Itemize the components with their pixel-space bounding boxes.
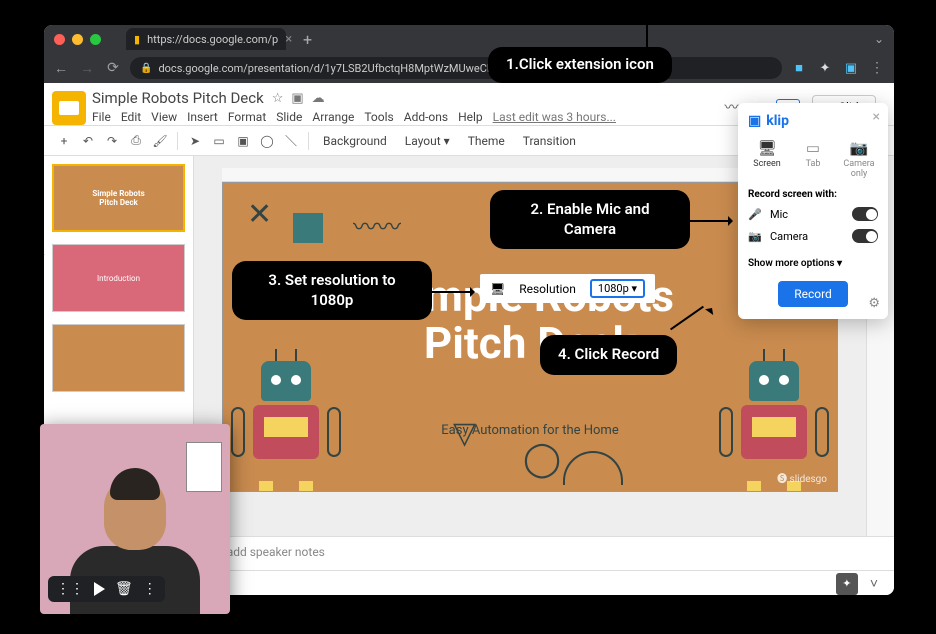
address-bar: ← → ⟳ 🔒 docs.google.com/presentation/d/1…	[44, 53, 894, 83]
menu-bar: File Edit View Insert Format Slide Arran…	[92, 110, 719, 124]
shape-icon[interactable]: ◯	[257, 134, 277, 148]
minimize-window-icon[interactable]	[72, 34, 83, 45]
background-button[interactable]: Background	[316, 131, 394, 151]
tab-title: https://docs.google.com/p	[147, 33, 278, 46]
delete-icon[interactable]: 🗑	[115, 581, 133, 597]
slide-thumb-1[interactable]: 1 Simple Robots Pitch Deck	[52, 164, 185, 232]
slides-logo-icon[interactable]	[52, 91, 86, 125]
rec-more-icon[interactable]: ⋮	[143, 581, 157, 597]
pointer-icon[interactable]: ➤	[185, 134, 205, 148]
menu-addons[interactable]: Add-ons	[404, 110, 448, 124]
layout-button[interactable]: Layout ▾	[398, 131, 457, 151]
menu-help[interactable]: Help	[458, 110, 483, 124]
slide-thumb-2[interactable]: 2 Introduction	[52, 244, 185, 312]
maximize-window-icon[interactable]	[90, 34, 101, 45]
robot-illustration-right	[729, 361, 819, 481]
slide-subtitle: Easy Automation for the Home	[441, 423, 618, 438]
callout-2: 2. Enable Mic and Camera	[490, 190, 690, 249]
popup-tab-camera[interactable]: 📷Camera only	[840, 139, 878, 179]
camera-only-icon: 📷	[840, 139, 878, 157]
extensions-menu-icon[interactable]: ✦	[816, 59, 834, 77]
play-icon[interactable]	[94, 582, 105, 596]
image-icon[interactable]: ▣	[233, 134, 253, 148]
titlebar: ▮ https://docs.google.com/p × + ⌄	[44, 25, 894, 53]
resolution-label: Resolution	[519, 282, 576, 296]
popup-close-icon[interactable]: ×	[873, 109, 880, 125]
mic-toggle[interactable]	[852, 207, 878, 221]
browser-tab[interactable]: ▮ https://docs.google.com/p ×	[126, 28, 286, 50]
record-button[interactable]: Record	[778, 281, 848, 307]
theme-button[interactable]: Theme	[461, 131, 512, 151]
show-more-options[interactable]: Show more options ▾	[748, 258, 842, 269]
callout-1: 1.Click extension icon	[488, 47, 672, 83]
print-icon[interactable]: ⎙	[126, 133, 146, 148]
trend-icon[interactable]: 〰	[725, 97, 739, 117]
expand-icon[interactable]: ˅	[864, 575, 884, 592]
popup-tab-screen[interactable]: 🖥Screen	[748, 139, 786, 179]
resolution-select[interactable]: 1080p ▾	[590, 279, 645, 298]
line-icon[interactable]: ＼	[281, 132, 301, 149]
star-icon[interactable]: ☆	[272, 91, 284, 106]
menu-insert[interactable]: Insert	[187, 110, 218, 124]
transition-button[interactable]: Transition	[516, 131, 583, 151]
rec-menu-icon[interactable]: ⋮⋮	[56, 581, 84, 597]
camera-icon: ▣	[748, 113, 761, 129]
menu-arrange[interactable]: Arrange	[312, 110, 354, 124]
mic-icon: 🎤	[748, 208, 762, 221]
new-slide-icon[interactable]: +	[54, 134, 74, 148]
klip-extension-popup: × ▣ klip 🖥Screen ▭Tab 📷Camera only Recor…	[738, 103, 888, 319]
settings-gear-icon[interactable]: ⚙	[868, 296, 880, 311]
redo-icon[interactable]: ↷	[102, 134, 122, 148]
paint-format-icon[interactable]: 🖌	[150, 134, 170, 148]
menu-view[interactable]: View	[151, 110, 177, 124]
slide-credits: 🅢 slidesgo	[777, 470, 827, 485]
slide-thumb-3[interactable]: 3	[52, 324, 185, 392]
resolution-bar: 🖥 Resolution 1080p ▾	[480, 274, 655, 303]
camera-toggle-row: 📷 Camera	[748, 229, 878, 243]
klip-logo: ▣ klip	[748, 113, 878, 129]
monitor-icon: 🖥	[490, 282, 505, 296]
menu-edit[interactable]: Edit	[121, 110, 141, 124]
robot-illustration-left	[241, 361, 331, 481]
textbox-icon[interactable]: ▭	[209, 134, 229, 148]
close-window-icon[interactable]	[54, 34, 65, 45]
menu-tools[interactable]: Tools	[364, 110, 393, 124]
explore-button[interactable]: ✦	[836, 573, 858, 595]
cloud-status-icon[interactable]: ☁	[312, 91, 325, 106]
reload-icon[interactable]: ⟳	[104, 60, 122, 76]
url-field[interactable]: 🔒 docs.google.com/presentation/d/1y7LSB2…	[130, 57, 782, 79]
callout-4: 4. Click Record	[540, 335, 677, 375]
menu-file[interactable]: File	[92, 110, 111, 124]
tab-overflow-icon[interactable]: ⌄	[874, 32, 884, 46]
menu-format[interactable]: Format	[228, 110, 266, 124]
extension-klip-icon[interactable]: ■	[790, 59, 808, 77]
forward-icon[interactable]: →	[78, 60, 96, 77]
mic-toggle-row: 🎤 Mic	[748, 207, 878, 221]
recorder-controls: ⋮⋮ 🗑 ⋮	[48, 576, 165, 602]
new-tab-button[interactable]: +	[303, 30, 312, 49]
screen-icon: 🖥	[748, 139, 786, 157]
move-icon[interactable]: ▣	[291, 91, 303, 106]
doc-title[interactable]: Simple Robots Pitch Deck	[92, 89, 264, 107]
callout-3: 3. Set resolution to 1080p	[232, 261, 432, 320]
chrome-menu-icon[interactable]: ⋮	[868, 60, 886, 76]
tab-icon: ▭	[794, 139, 832, 157]
revision-link[interactable]: Last edit was 3 hours...	[493, 110, 616, 124]
back-icon[interactable]: ←	[52, 60, 70, 77]
lock-icon: 🔒	[140, 63, 152, 74]
camera-toggle[interactable]	[852, 229, 878, 243]
camera-icon: 📷	[748, 230, 762, 243]
extension-camera-icon[interactable]: ▣	[842, 59, 860, 77]
popup-tab-tab[interactable]: ▭Tab	[794, 139, 832, 179]
close-tab-icon[interactable]: ×	[285, 32, 292, 47]
popup-section-label: Record screen with:	[748, 189, 878, 200]
menu-slide[interactable]: Slide	[276, 110, 302, 124]
undo-icon[interactable]: ↶	[78, 134, 98, 148]
url-text: docs.google.com/presentation/d/1y7LSB2Uf…	[158, 62, 529, 75]
